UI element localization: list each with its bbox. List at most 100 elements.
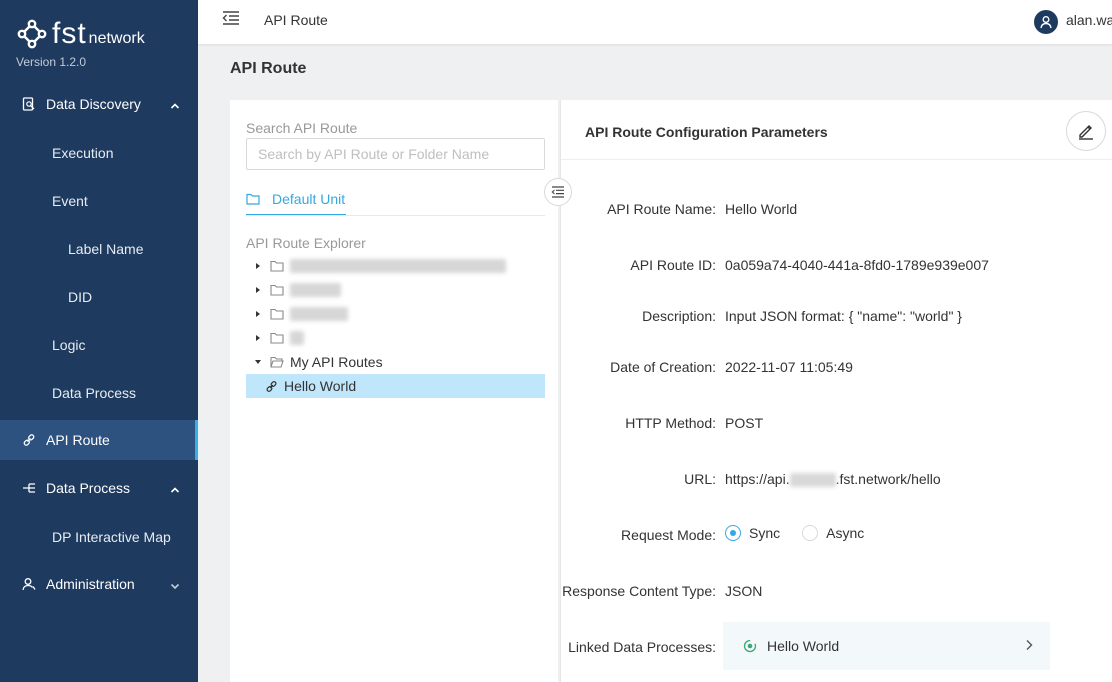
chevron-down-icon bbox=[170, 578, 180, 594]
linked-data-process-card[interactable]: Hello World bbox=[723, 622, 1050, 670]
tree-folder-my-api-routes[interactable]: My API Routes bbox=[246, 350, 545, 374]
folder-open-icon bbox=[270, 356, 290, 368]
redacted-folder-name bbox=[290, 283, 341, 297]
pencil-icon bbox=[1079, 125, 1093, 140]
config-title: API Route Configuration Parameters bbox=[585, 124, 828, 140]
field-value-id: 0a059a74-4040-441a-8fd0-1789e939e007 bbox=[725, 257, 989, 273]
folder-icon bbox=[270, 308, 290, 320]
tab-label: Default Unit bbox=[272, 191, 346, 207]
field-value-url: https://api. .fst.network/hello bbox=[725, 471, 941, 488]
radio-async[interactable]: Async bbox=[802, 525, 864, 541]
sidebar-item-administration[interactable]: Administration bbox=[0, 564, 198, 604]
sidebar-item-did[interactable]: DID bbox=[68, 289, 92, 305]
sidebar-item-data-process[interactable]: Data Process bbox=[0, 468, 198, 508]
field-label-content-type: Response Content Type: bbox=[562, 583, 716, 599]
redacted-url-segment bbox=[789, 473, 836, 488]
field-label-linked-dp: Linked Data Processes: bbox=[568, 639, 716, 655]
field-label-request-mode: Request Mode: bbox=[621, 527, 716, 543]
collapse-panel-button[interactable] bbox=[544, 178, 572, 206]
edit-button[interactable] bbox=[1066, 111, 1106, 151]
admin-user-icon bbox=[22, 577, 36, 591]
field-value-date: 2022-11-07 11:05:49 bbox=[725, 359, 853, 375]
field-label-url: URL: bbox=[684, 471, 716, 487]
breadcrumb: API Route bbox=[264, 12, 328, 28]
radio-label: Async bbox=[826, 525, 865, 541]
logo-text: fst bbox=[52, 17, 87, 50]
radio-unchecked-icon bbox=[802, 525, 819, 541]
url-prefix: https://api. bbox=[725, 471, 790, 487]
caret-down-icon[interactable] bbox=[246, 358, 270, 366]
redacted-folder-name bbox=[290, 259, 506, 273]
field-value-method: POST bbox=[725, 415, 764, 431]
api-link-icon bbox=[246, 380, 278, 393]
data-discovery-icon bbox=[22, 97, 36, 111]
sidebar: fst network Version 1.2.0 Data Discovery… bbox=[0, 0, 198, 682]
data-process-icon bbox=[22, 481, 36, 495]
sidebar-item-dp-interactive-map[interactable]: DP Interactive Map bbox=[52, 529, 171, 545]
logo: fst network bbox=[16, 14, 145, 54]
tab-divider bbox=[246, 215, 545, 216]
data-process-status-icon bbox=[743, 639, 757, 653]
config-header: API Route Configuration Parameters bbox=[561, 100, 1112, 160]
avatar[interactable] bbox=[1034, 10, 1058, 34]
tree-folder-redacted-4[interactable] bbox=[246, 326, 545, 350]
field-label-date: Date of Creation: bbox=[610, 359, 716, 375]
api-route-explorer-panel: Search API Route Default Unit API Route … bbox=[230, 100, 558, 682]
sidebar-item-api-route[interactable]: API Route bbox=[0, 420, 198, 460]
caret-right-icon[interactable] bbox=[246, 334, 270, 342]
search-input[interactable] bbox=[246, 138, 545, 170]
api-link-icon bbox=[22, 433, 36, 447]
sidebar-item-label: Data Discovery bbox=[46, 96, 141, 112]
page-title: API Route bbox=[230, 60, 307, 77]
version-label: Version 1.2.0 bbox=[16, 55, 87, 69]
menu-fold-icon[interactable] bbox=[222, 10, 240, 29]
tree-route-label: Hello World bbox=[284, 378, 357, 394]
radio-checked-icon bbox=[725, 525, 741, 541]
tab-default-unit[interactable]: Default Unit bbox=[246, 184, 346, 216]
folder-icon bbox=[270, 260, 290, 272]
caret-right-icon[interactable] bbox=[246, 286, 270, 294]
sidebar-item-event[interactable]: Event bbox=[52, 193, 88, 209]
user-icon bbox=[1040, 16, 1052, 29]
radio-sync[interactable]: Sync bbox=[725, 525, 780, 541]
radio-label: Sync bbox=[749, 525, 781, 541]
redacted-folder-name bbox=[290, 331, 304, 345]
url-suffix: .fst.network/hello bbox=[835, 471, 941, 487]
folder-icon bbox=[270, 332, 290, 344]
linked-dp-label: Hello World bbox=[767, 638, 840, 654]
sidebar-item-label: Administration bbox=[46, 576, 135, 592]
tree-folder-redacted-3[interactable] bbox=[246, 302, 545, 326]
folder-icon bbox=[270, 284, 290, 296]
explorer-label: API Route Explorer bbox=[246, 235, 366, 251]
sidebar-item-data-process-sub[interactable]: Data Process bbox=[52, 385, 136, 401]
tree-folder-redacted-1[interactable] bbox=[246, 254, 545, 278]
field-value-description: Input JSON format: { "name": "world" } bbox=[725, 308, 962, 324]
chevron-up-icon bbox=[170, 98, 180, 114]
field-label-method: HTTP Method: bbox=[625, 415, 716, 431]
request-mode-radio-group: Sync Async bbox=[725, 525, 886, 541]
sidebar-item-label: API Route bbox=[46, 432, 110, 448]
field-label-name: API Route Name: bbox=[607, 201, 716, 217]
menu-fold-icon bbox=[551, 186, 564, 198]
sidebar-item-label-name[interactable]: Label Name bbox=[68, 241, 144, 257]
sidebar-item-data-discovery[interactable]: Data Discovery bbox=[0, 84, 198, 124]
redacted-folder-name bbox=[290, 307, 348, 321]
logo-subtext: network bbox=[88, 30, 145, 47]
tree-route-hello-world[interactable]: Hello World bbox=[246, 374, 545, 398]
field-value-content-type: JSON bbox=[725, 583, 763, 599]
sidebar-item-label: Data Process bbox=[46, 480, 131, 496]
sidebar-item-execution[interactable]: Execution bbox=[52, 145, 113, 161]
topbar: API Route alan.wa bbox=[198, 0, 1112, 44]
tree-folder-redacted-2[interactable] bbox=[246, 278, 545, 302]
chevron-right-icon bbox=[1024, 638, 1034, 654]
field-value-name: Hello World bbox=[725, 201, 798, 217]
config-panel: API Route Configuration Parameters API R… bbox=[560, 100, 1112, 682]
sidebar-item-logic[interactable]: Logic bbox=[52, 337, 85, 353]
caret-right-icon[interactable] bbox=[246, 262, 270, 270]
chevron-up-icon bbox=[170, 482, 180, 498]
username[interactable]: alan.wa bbox=[1066, 12, 1112, 28]
field-label-description: Description: bbox=[642, 308, 716, 324]
caret-right-icon[interactable] bbox=[246, 310, 270, 318]
folder-icon bbox=[246, 193, 260, 205]
tree-folder-label: My API Routes bbox=[290, 354, 383, 370]
